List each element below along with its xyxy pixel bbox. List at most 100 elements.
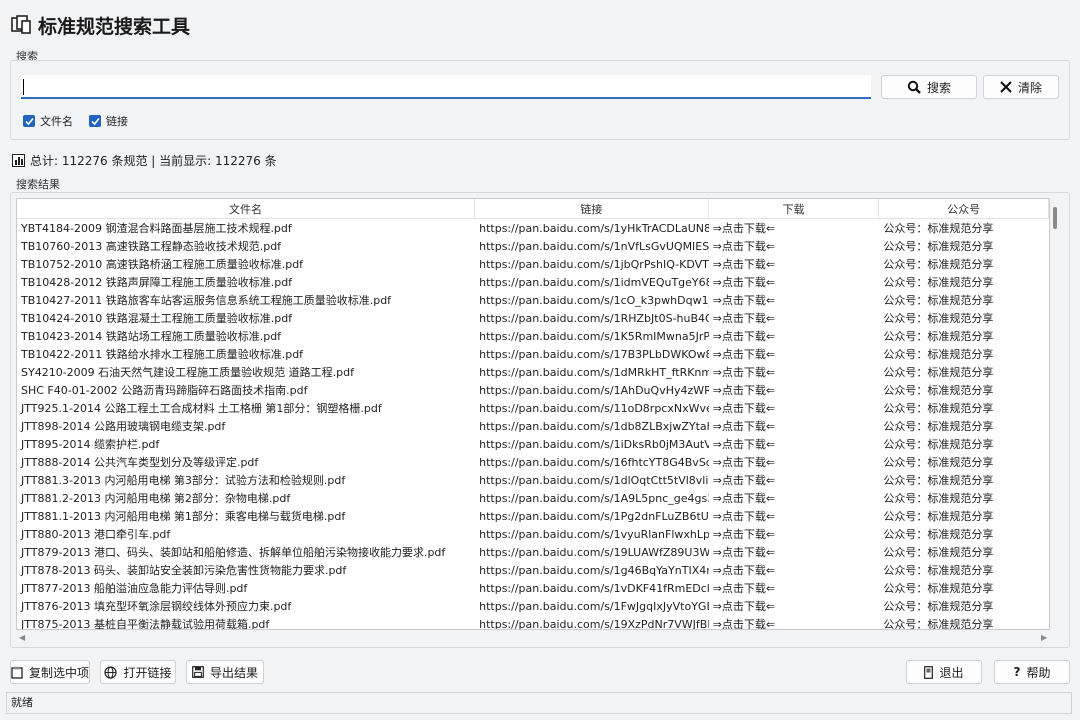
results-table[interactable]: 文件名 链接 下载 公众号 YBT4184-2009 钢渣混合料路面基层施工技术… bbox=[16, 198, 1050, 630]
search-input[interactable] bbox=[21, 75, 871, 99]
cell-download[interactable]: ⇒点击下载⇐ bbox=[709, 454, 880, 470]
cell-download[interactable]: ⇒点击下载⇐ bbox=[709, 472, 880, 488]
help-button[interactable]: ? 帮助 bbox=[994, 660, 1070, 684]
cell-account: 公众号：标准规范分享 bbox=[883, 348, 994, 361]
table-row[interactable]: TB10427-2011 铁路旅客车站客运服务信息系统工程施工质量验收标准.pd… bbox=[17, 291, 1049, 309]
table-row[interactable]: TB10428-2012 铁路声屏障工程施工质量验收标准.pdf https://… bbox=[17, 273, 1049, 291]
cell-download[interactable]: ⇒点击下载⇐ bbox=[709, 616, 880, 629]
table-row[interactable]: JTT898-2014 公路用玻璃钢电缆支架.pdf https://pan.ba… bbox=[17, 417, 1049, 435]
cell-link: https://pan.baidu.com/s/1K5RmIMwna5JrPv bbox=[479, 329, 709, 343]
clear-button[interactable]: 清除 bbox=[983, 75, 1059, 99]
cell-download[interactable]: ⇒点击下载⇐ bbox=[709, 364, 880, 380]
cell-link: https://pan.baidu.com/s/16fhtcYT8G4BvSq9 bbox=[479, 455, 709, 469]
help-label: 帮助 bbox=[1026, 665, 1051, 680]
cell-download[interactable]: ⇒点击下载⇐ bbox=[709, 508, 880, 524]
cell-link: https://pan.baidu.com/s/1g46BqYaYnTIX4rs bbox=[479, 563, 709, 577]
table-row[interactable]: TB10760-2013 高速铁路工程静态验收技术规范.pdf https://p… bbox=[17, 237, 1049, 255]
table-row[interactable]: TB10422-2011 铁路给水排水工程施工质量验收标准.pdf https:/… bbox=[17, 345, 1049, 363]
cell-filename: JTT888-2014 公共汽车类型划分及等级评定.pdf bbox=[21, 456, 259, 469]
cell-download[interactable]: ⇒点击下载⇐ bbox=[709, 292, 880, 308]
column-header-download[interactable]: 下载 bbox=[709, 199, 880, 218]
cell-download[interactable]: ⇒点击下载⇐ bbox=[709, 562, 880, 578]
cell-account: 公众号：标准规范分享 bbox=[883, 600, 994, 613]
cell-download[interactable]: ⇒点击下载⇐ bbox=[709, 220, 880, 236]
table-row[interactable]: JTT881.3-2013 内河船用电梯 第3部分：试验方法和检验规则.pdf h… bbox=[17, 471, 1049, 489]
cell-download[interactable]: ⇒点击下载⇐ bbox=[709, 598, 880, 614]
text-caret bbox=[23, 79, 24, 95]
cell-account: 公众号：标准规范分享 bbox=[883, 222, 994, 235]
table-row[interactable]: JTT879-2013 港口、码头、装卸站和船舶修造、拆解单位船舶污染物接收能力… bbox=[17, 543, 1049, 561]
table-row[interactable]: JTT876-2013 填充型环氧涂层钢绞线体外预应力束.pdf https://… bbox=[17, 597, 1049, 615]
table-row[interactable]: JTT878-2013 码头、装卸站安全装卸污染危害性货物能力要求.pdf htt… bbox=[17, 561, 1049, 579]
vertical-scroll-thumb[interactable] bbox=[1053, 207, 1057, 229]
table-row[interactable]: JTT881.2-2013 内河船用电梯 第2部分：杂物电梯.pdf https:… bbox=[17, 489, 1049, 507]
search-panel: 搜索 清除 文件名 链接 bbox=[10, 60, 1070, 140]
open-link-button[interactable]: 打开链接 bbox=[100, 660, 176, 684]
cell-filename: JTT880-2013 港口牵引车.pdf bbox=[21, 528, 171, 541]
table-row[interactable]: JTT888-2014 公共汽车类型划分及等级评定.pdf https://pan… bbox=[17, 453, 1049, 471]
table-row[interactable]: TB10424-2010 铁路混凝土工程施工质量验收标准.pdf https://… bbox=[17, 309, 1049, 327]
documents-icon bbox=[11, 15, 31, 34]
cell-link: https://pan.baidu.com/s/1vyuRlanFlwxhLpH bbox=[479, 527, 709, 541]
cell-account: 公众号：标准规范分享 bbox=[883, 474, 994, 487]
cell-download[interactable]: ⇒点击下载⇐ bbox=[709, 382, 880, 398]
cell-download[interactable]: ⇒点击下载⇐ bbox=[709, 418, 880, 434]
vertical-scrollbar[interactable] bbox=[1052, 198, 1058, 630]
column-header-filename[interactable]: 文件名 bbox=[17, 199, 476, 218]
cell-link: https://pan.baidu.com/s/1yHkTrACDLaUN84 bbox=[479, 221, 709, 235]
cell-download[interactable]: ⇒点击下载⇐ bbox=[709, 238, 880, 254]
door-icon bbox=[924, 665, 934, 679]
cell-filename: TB10423-2014 铁路站场工程施工质量验收标准.pdf bbox=[21, 330, 282, 343]
cell-link: https://pan.baidu.com/s/1jbQrPshIQ-KDVTK bbox=[479, 257, 709, 271]
cell-download[interactable]: ⇒点击下载⇐ bbox=[709, 544, 880, 560]
table-row[interactable]: JTT895-2014 缆索护栏.pdf https://pan.baidu.co… bbox=[17, 435, 1049, 453]
table-row[interactable]: JTT875-2013 基桩自平衡法静载试验用荷载箱.pdf https://pa… bbox=[17, 615, 1049, 630]
cell-account: 公众号：标准规范分享 bbox=[883, 546, 994, 559]
cell-filename: YBT4184-2009 钢渣混合料路面基层施工技术规程.pdf bbox=[21, 222, 292, 235]
column-header-account[interactable]: 公众号 bbox=[879, 199, 1049, 218]
export-button[interactable]: 导出结果 bbox=[186, 660, 264, 684]
filter-link-checkbox[interactable]: 链接 bbox=[89, 113, 128, 129]
cell-download[interactable]: ⇒点击下载⇐ bbox=[709, 526, 880, 542]
exit-button[interactable]: 退出 bbox=[906, 660, 982, 684]
app-title-bar: 标准规范搜索工具 bbox=[10, 12, 190, 38]
table-row[interactable]: TB10423-2014 铁路站场工程施工质量验收标准.pdf https://p… bbox=[17, 327, 1049, 345]
x-icon bbox=[1000, 81, 1012, 93]
search-button[interactable]: 搜索 bbox=[881, 75, 977, 99]
filter-filename-checkbox[interactable]: 文件名 bbox=[23, 113, 73, 129]
cell-account: 公众号：标准规范分享 bbox=[883, 258, 994, 271]
cell-download[interactable]: ⇒点击下载⇐ bbox=[709, 328, 880, 344]
table-row[interactable]: JTT881.1-2013 内河船用电梯 第1部分：乘客电梯与载货电梯.pdf h… bbox=[17, 507, 1049, 525]
table-row[interactable]: YBT4184-2009 钢渣混合料路面基层施工技术规程.pdf https://… bbox=[17, 219, 1049, 237]
table-row[interactable]: SY4210-2009 石油天然气建设工程施工质量验收规范 道路工程.pdf ht… bbox=[17, 363, 1049, 381]
table-row[interactable]: SHC F40-01-2002 公路沥青玛蹄脂碎石路面技术指南.pdf https… bbox=[17, 381, 1049, 399]
cell-account: 公众号：标准规范分享 bbox=[883, 420, 994, 433]
globe-icon bbox=[104, 665, 118, 679]
table-row[interactable]: JTT877-2013 船舶溢油应急能力评估导则.pdf https://pan.… bbox=[17, 579, 1049, 597]
cell-download[interactable]: ⇒点击下载⇐ bbox=[709, 400, 880, 416]
table-row[interactable]: TB10752-2010 高速铁路桥涵工程施工质量验收标准.pdf https:/… bbox=[17, 255, 1049, 273]
copy-selected-label: 复制选中项 bbox=[29, 665, 90, 680]
cell-link: https://pan.baidu.com/s/1AhDuQvHy4zWRU bbox=[479, 383, 709, 397]
cell-link: https://pan.baidu.com/s/1db8ZLBxjwZYtahb bbox=[479, 419, 709, 433]
cell-download[interactable]: ⇒点击下载⇐ bbox=[709, 274, 880, 290]
cell-download[interactable]: ⇒点击下载⇐ bbox=[709, 436, 880, 452]
cell-account: 公众号：标准规范分享 bbox=[883, 582, 994, 595]
cell-filename: TB10427-2011 铁路旅客车站客运服务信息系统工程施工质量验收标准.pd… bbox=[21, 294, 392, 307]
cell-account: 公众号：标准规范分享 bbox=[883, 618, 994, 630]
cell-download[interactable]: ⇒点击下载⇐ bbox=[709, 310, 880, 326]
scroll-left-arrow-icon[interactable]: ◀ bbox=[19, 633, 25, 642]
cell-download[interactable]: ⇒点击下载⇐ bbox=[709, 490, 880, 506]
cell-download[interactable]: ⇒点击下载⇐ bbox=[709, 346, 880, 362]
column-header-link[interactable]: 链接 bbox=[475, 199, 709, 218]
filter-filename-label: 文件名 bbox=[40, 115, 73, 128]
scroll-right-arrow-icon[interactable]: ▶ bbox=[1041, 633, 1047, 642]
cell-download[interactable]: ⇒点击下载⇐ bbox=[709, 580, 880, 596]
cell-filename: TB10422-2011 铁路给水排水工程施工质量验收标准.pdf bbox=[21, 348, 304, 361]
status-text: 就绪 bbox=[11, 696, 33, 709]
copy-selected-button[interactable]: 复制选中项 bbox=[10, 660, 90, 684]
status-bar: 就绪 bbox=[6, 692, 1072, 714]
table-row[interactable]: JTT925.1-2014 公路工程土工合成材料 土工格栅 第1部分：钢塑格栅.… bbox=[17, 399, 1049, 417]
cell-download[interactable]: ⇒点击下载⇐ bbox=[709, 256, 880, 272]
table-row[interactable]: JTT880-2013 港口牵引车.pdf https://pan.baidu.c… bbox=[17, 525, 1049, 543]
